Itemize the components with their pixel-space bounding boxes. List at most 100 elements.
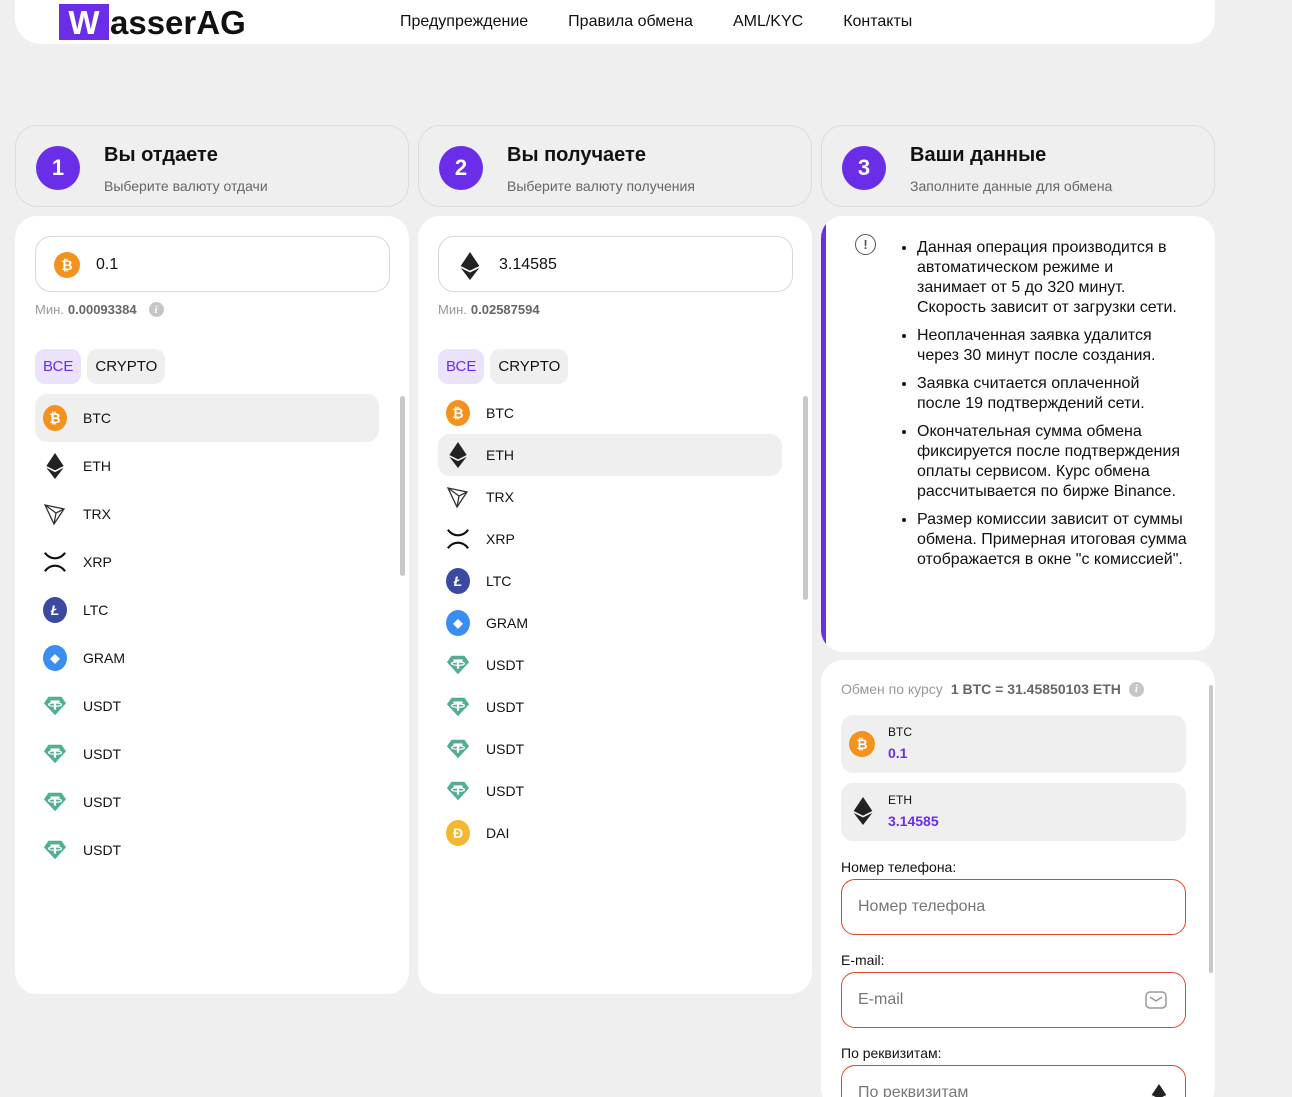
- nav-exchange-rules[interactable]: Правила обмена: [568, 13, 693, 31]
- currency-label: USDT: [83, 698, 122, 714]
- currency-item-eth[interactable]: ETH: [35, 442, 379, 490]
- currency-item-usdt[interactable]: USDT: [438, 644, 782, 686]
- eth-icon: [853, 797, 873, 830]
- exclamation-icon: !: [855, 234, 876, 255]
- currency-label: LTC: [83, 602, 109, 618]
- currency-item-xrp[interactable]: XRP: [438, 518, 782, 560]
- currency-label: USDT: [486, 699, 525, 715]
- currency-label: DAI: [486, 825, 510, 841]
- currency-item-trx[interactable]: TRX: [35, 490, 379, 538]
- eth-icon: [1151, 1084, 1167, 1097]
- currency-item-btc[interactable]: ₿ BTC: [35, 394, 379, 442]
- filter-all[interactable]: ВСЕ: [438, 349, 485, 384]
- currency-label: USDT: [486, 783, 525, 799]
- currency-label: BTC: [83, 410, 111, 426]
- notice-accent-bar: [821, 216, 826, 652]
- currency-item-trx[interactable]: TRX: [438, 476, 782, 518]
- currency-label: ETH: [486, 447, 514, 463]
- step-subtitle: Выберите валюту отдачи: [104, 178, 268, 194]
- usdt-icon: [43, 694, 67, 718]
- currency-item-usdt[interactable]: USDT: [35, 730, 379, 778]
- min-label: Мин.: [35, 302, 64, 317]
- email-label: E-mail:: [841, 952, 885, 968]
- currency-item-ltc[interactable]: Ł LTC: [438, 560, 782, 602]
- give-summary-currency: BTC: [888, 725, 912, 739]
- filter-all[interactable]: ВСЕ: [35, 349, 82, 384]
- phone-placeholder: Номер телефона: [858, 898, 986, 915]
- currency-item-eth[interactable]: ETH: [438, 434, 782, 476]
- requisites-field[interactable]: По реквизитам: [841, 1065, 1186, 1097]
- currency-item-usdt[interactable]: USDT: [438, 686, 782, 728]
- min-label: Мин.: [438, 302, 467, 317]
- notice-item: Размер комиссии зависит от суммы обмена.…: [917, 510, 1187, 570]
- currency-item-gram[interactable]: ◆ GRAM: [35, 634, 379, 682]
- step-subtitle: Заполните данные для обмена: [910, 178, 1113, 194]
- dai-icon: Đ: [446, 820, 470, 846]
- notice-panel: ! Данная операция производится в автомат…: [821, 216, 1215, 652]
- logo-text: asserAG: [110, 3, 246, 41]
- nav-warning[interactable]: Предупреждение: [400, 13, 528, 31]
- filter-crypto[interactable]: CRYPTO: [490, 349, 569, 384]
- give-summary-amount: 0.1: [888, 745, 908, 761]
- currency-item-usdt[interactable]: USDT: [438, 770, 782, 812]
- currency-item-usdt[interactable]: USDT: [438, 728, 782, 770]
- give-min: Мин. 0.00093384 i: [35, 302, 164, 317]
- xrp-icon: [43, 550, 67, 574]
- email-field[interactable]: E-mail: [841, 972, 1186, 1028]
- phone-field[interactable]: Номер телефона: [841, 879, 1186, 935]
- receive-summary-amount: 3.14585: [888, 813, 939, 829]
- receive-amount-input[interactable]: 3.14585: [438, 236, 793, 292]
- currency-label: USDT: [83, 794, 122, 810]
- step-number: 2: [439, 146, 483, 190]
- currency-item-usdt[interactable]: USDT: [35, 778, 379, 826]
- give-amount-input[interactable]: ₿ 0.1: [35, 236, 390, 292]
- currency-label: XRP: [486, 531, 515, 547]
- mail-icon: [1145, 991, 1167, 1014]
- requisites-placeholder: По реквизитам: [858, 1084, 969, 1097]
- info-icon[interactable]: i: [148, 302, 164, 317]
- min-value: 0.00093384: [67, 302, 137, 317]
- nav-aml-kyc[interactable]: AML/KYC: [733, 13, 803, 31]
- rate-label: Обмен по курсу: [841, 681, 943, 697]
- rate-value: 1 BTC = 31.45850103 ETH: [950, 681, 1121, 697]
- give-scrollbar[interactable]: [400, 396, 405, 576]
- step-number: 3: [842, 146, 886, 190]
- exchange-form-panel: Обмен по курсу 1 BTC = 31.45850103 ETH i…: [821, 660, 1215, 1097]
- receive-min: Мин. 0.02587594: [438, 302, 540, 317]
- receive-summary-currency: ETH: [888, 793, 912, 807]
- notice-item: Данная операция производится в автоматич…: [917, 238, 1187, 318]
- receive-currency-list: ₿ BTC ETH TRX XRP Ł LTC ◆ GRAM USDT USDT USDT USDT Đ D…: [438, 392, 782, 854]
- logo-mark: W: [59, 4, 109, 40]
- currency-item-dai[interactable]: Đ DAI: [438, 812, 782, 854]
- receive-scrollbar[interactable]: [803, 396, 808, 600]
- currency-item-usdt[interactable]: USDT: [35, 826, 379, 874]
- step-number: 1: [36, 146, 80, 190]
- currency-label: USDT: [486, 741, 525, 757]
- currency-label: GRAM: [486, 615, 528, 631]
- usdt-icon: [43, 838, 67, 862]
- currency-item-gram[interactable]: ◆ GRAM: [438, 602, 782, 644]
- btc-icon: ₿: [446, 400, 470, 426]
- filter-crypto[interactable]: CRYPTO: [87, 349, 166, 384]
- usdt-icon: [446, 695, 470, 719]
- rate-row: Обмен по курсу 1 BTC = 31.45850103 ETH i: [841, 681, 1144, 697]
- ltc-icon: Ł: [43, 597, 67, 623]
- logo[interactable]: W asserAG: [59, 4, 246, 40]
- currency-item-ltc[interactable]: Ł LTC: [35, 586, 379, 634]
- notice-item: Заявка считается оплаченной после 19 под…: [917, 374, 1187, 414]
- receive-summary: ETH 3.14585: [841, 783, 1186, 841]
- currency-label: BTC: [486, 405, 514, 421]
- receive-panel: 3.14585 Мин. 0.02587594 ВСЕ CRYPTO ₿ BTC E…: [418, 216, 812, 994]
- min-value: 0.02587594: [470, 302, 540, 317]
- currency-item-usdt[interactable]: USDT: [35, 682, 379, 730]
- step-your-data: 3 Ваши данные Заполните данные для обмен…: [821, 125, 1215, 207]
- nav-contacts[interactable]: Контакты: [843, 13, 912, 31]
- currency-item-xrp[interactable]: XRP: [35, 538, 379, 586]
- form-scrollbar[interactable]: [1209, 685, 1213, 973]
- currency-label: LTC: [486, 573, 512, 589]
- step-title: Ваши данные: [910, 144, 1047, 166]
- step-subtitle: Выберите валюту получения: [507, 178, 695, 194]
- info-icon[interactable]: i: [1128, 681, 1144, 697]
- currency-item-btc[interactable]: ₿ BTC: [438, 392, 782, 434]
- usdt-icon: [43, 742, 67, 766]
